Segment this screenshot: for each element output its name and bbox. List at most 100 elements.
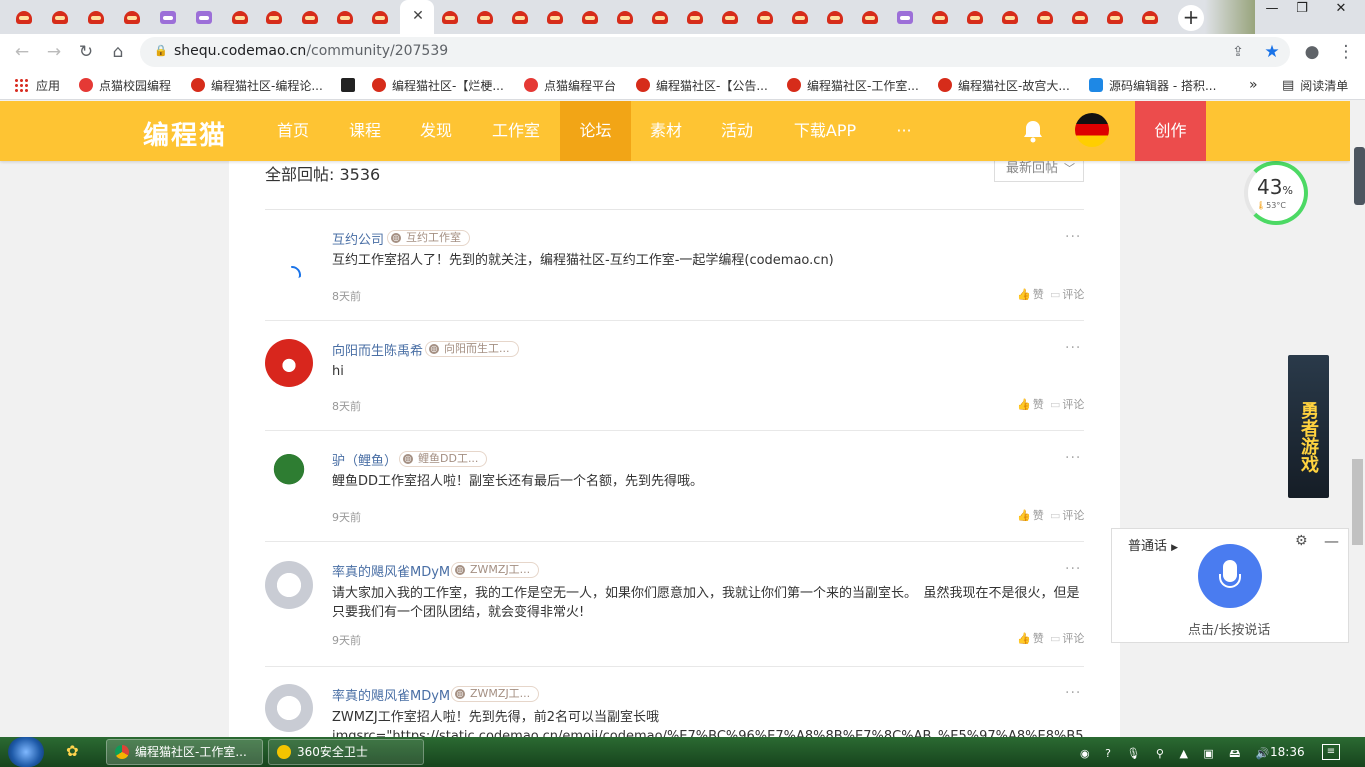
reply-author[interactable]: 互约公司 [332,229,384,248]
bookmark-item[interactable] [341,76,361,94]
game-ad-banner[interactable]: 勇者游戏 [1288,355,1329,498]
like-button[interactable]: 👍 赞 [1017,630,1044,646]
browser-tab[interactable] [578,6,602,28]
studio-badge[interactable]: ◎ ZWMZJ工... [451,686,540,702]
nav-forum[interactable]: 论坛 [560,101,631,161]
action-center-icon[interactable]: ≡ [1322,744,1340,760]
system-clock[interactable]: 18:36 [1270,745,1305,759]
browser-tab[interactable] [1033,6,1057,28]
profile-icon[interactable]: ● [1302,42,1322,62]
bookmark-star-icon[interactable]: ★ [1262,42,1282,62]
like-button[interactable]: 👍 赞 [1017,396,1044,412]
avatar[interactable] [265,232,313,280]
browser-tab[interactable] [1068,6,1092,28]
close-tab-icon[interactable]: ✕ [411,8,425,24]
restore-window-icon[interactable]: ❐ [1287,0,1317,20]
avatar[interactable] [265,450,313,498]
browser-tab[interactable] [473,6,497,28]
browser-tab[interactable] [228,6,252,28]
browser-tab[interactable] [1103,6,1127,28]
new-tab-button[interactable]: + [1178,5,1204,31]
minimize-window-icon[interactable]: — [1257,0,1287,20]
settings-icon[interactable]: ⚙ [1295,533,1308,549]
system-tray[interactable]: ◉ ? 🎙 ⚲ ▲ ▣ 🖴 🔊 [1080,745,1276,764]
app-launcher-icon[interactable]: ✿ [66,742,86,762]
more-options-icon[interactable]: ··· [1065,229,1081,245]
reply-author[interactable]: 率真的飓风雀MDyM [332,561,450,580]
browser-tab[interactable] [893,6,917,28]
browser-tab[interactable] [1138,6,1162,28]
microphone-button[interactable] [1198,544,1262,608]
like-button[interactable]: 👍 赞 [1017,286,1044,302]
comment-button[interactable]: ▭ 评论 [1050,286,1084,302]
reply-author[interactable]: 率真的飓风雀MDyM [332,685,450,704]
nav-materials[interactable]: 素材 [635,101,697,161]
forward-icon[interactable]: → [44,42,64,62]
studio-badge[interactable]: ◎ ZWMZJ工... [451,562,540,578]
comment-button[interactable]: ▭ 评论 [1050,507,1084,523]
more-options-icon[interactable]: ··· [1065,561,1081,577]
start-button[interactable] [8,737,44,767]
like-button[interactable]: 👍 赞 [1017,507,1044,523]
browser-tab[interactable] [192,6,216,28]
bookmark-item[interactable]: 编程猫社区-【烂梗... [372,76,504,94]
bookmark-item[interactable]: 编程猫社区-故宫大... [938,76,1070,94]
home-icon[interactable]: ⌂ [108,42,128,62]
more-options-icon[interactable]: ··· [1065,340,1081,356]
create-button[interactable]: 创作 [1135,101,1206,161]
address-bar[interactable]: 🔒 shequ.codemao.cn/community/207539 ⇪ ★ [140,37,1290,67]
nav-home[interactable]: 首页 [262,101,324,161]
reply-author[interactable]: 向阳而生陈禹希 [332,340,423,359]
back-icon[interactable]: ← [12,42,32,62]
browser-tab[interactable] [156,6,180,28]
browser-tab[interactable] [823,6,847,28]
browser-tab[interactable] [438,6,462,28]
comment-button[interactable]: ▭ 评论 [1050,396,1084,412]
avatar[interactable] [265,561,313,609]
avatar[interactable] [265,339,313,387]
minimize-icon[interactable]: — [1324,532,1339,550]
browser-tab[interactable] [928,6,952,28]
browser-tab[interactable] [788,6,812,28]
browser-tab[interactable] [48,6,72,28]
browser-tab[interactable] [613,6,637,28]
bookmark-item[interactable]: 编程猫社区-【公告... [636,76,768,94]
close-window-icon[interactable]: ✕ [1326,0,1356,20]
more-options-icon[interactable]: ··· [1065,450,1081,466]
bookmark-item[interactable]: 点猫校园编程 [79,76,171,94]
browser-tab[interactable] [12,6,36,28]
bell-icon[interactable] [1022,119,1044,143]
browser-tab[interactable] [120,6,144,28]
more-options-icon[interactable]: ··· [1065,685,1081,701]
performance-meter[interactable]: 43% 🌡53°C [1244,161,1308,225]
reading-list-button[interactable]: ▤ 阅读清单 [1282,76,1348,94]
browser-tab[interactable] [333,6,357,28]
menu-icon[interactable]: ⋮ [1336,42,1356,62]
nav-events[interactable]: 活动 [706,101,768,161]
share-icon[interactable]: ⇪ [1228,42,1248,62]
nav-download-app[interactable]: 下载APP [778,101,872,161]
site-logo[interactable]: 编程猫 [143,115,227,152]
browser-tab[interactable] [368,6,392,28]
taskbar-360[interactable]: 360安全卫士 [268,739,424,765]
browser-tab[interactable] [84,6,108,28]
studio-badge[interactable]: ◎ 鲤鱼DD工... [399,451,488,467]
browser-tab[interactable] [683,6,707,28]
nav-courses[interactable]: 课程 [334,101,396,161]
comment-button[interactable]: ▭ 评论 [1050,630,1084,646]
nav-discover[interactable]: 发现 [405,101,467,161]
taskbar-chrome[interactable]: 编程猫社区-工作室... [106,739,263,765]
studio-badge[interactable]: ◎ 互约工作室 [387,230,470,246]
browser-tab[interactable] [508,6,532,28]
bookmark-item[interactable]: 点猫编程平台 [524,76,616,94]
bookmarks-overflow-button[interactable]: » [1249,76,1258,94]
reply-author[interactable]: 驴（鲤鱼） [332,450,397,469]
side-widget-handle[interactable] [1354,147,1365,205]
nav-more[interactable]: ··· [884,101,924,161]
browser-tab[interactable] [858,6,882,28]
studio-badge[interactable]: ◎ 向阳而生工... [425,341,519,357]
german-flag-avatar[interactable] [1075,113,1109,147]
browser-tab[interactable] [298,6,322,28]
browser-tab[interactable] [718,6,742,28]
bookmark-item[interactable]: 源码编辑器 - 搭积... [1089,76,1216,94]
